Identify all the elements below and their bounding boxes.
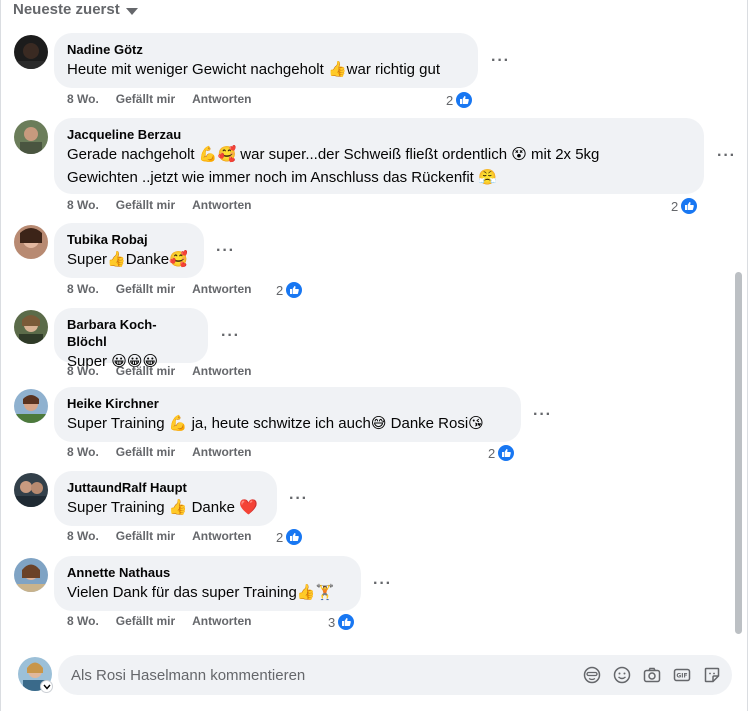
- like-icon: [497, 444, 516, 462]
- avatar[interactable]: [14, 120, 48, 154]
- comment-text: Super Training 💪 ja, heute schwitze ich …: [67, 415, 484, 432]
- like-link[interactable]: Gefällt mir: [116, 198, 175, 212]
- reply-link[interactable]: Antworten: [192, 282, 251, 296]
- comment-meta: 8 Wo. Gefällt mir Antworten: [67, 614, 251, 628]
- like-icon: [455, 91, 474, 109]
- more-options-icon[interactable]: ···: [221, 328, 240, 344]
- comment-meta: 8 Wo. Gefällt mir Antworten: [67, 364, 251, 378]
- comments-panel: Neueste zuerst Nadine Götz Heute mit wen…: [0, 0, 748, 711]
- sort-label: Neueste zuerst: [13, 1, 120, 18]
- emoji-icon[interactable]: [612, 665, 632, 685]
- reply-link[interactable]: Antworten: [192, 198, 251, 212]
- avatar[interactable]: [14, 310, 48, 344]
- like-icon: [285, 281, 304, 299]
- comment-meta: 8 Wo. Gefällt mir Antworten: [67, 282, 251, 296]
- like-link[interactable]: Gefällt mir: [116, 614, 175, 628]
- reaction-count[interactable]: 3: [328, 613, 356, 631]
- like-link[interactable]: Gefällt mir: [116, 92, 175, 106]
- camera-icon[interactable]: [642, 665, 662, 685]
- comment-author[interactable]: Nadine Götz: [67, 41, 465, 58]
- comment-time[interactable]: 8 Wo.: [67, 92, 99, 106]
- comment-meta: 8 Wo. Gefällt mir Antworten: [67, 445, 251, 459]
- more-options-icon[interactable]: ···: [289, 491, 308, 507]
- gif-icon[interactable]: GIF: [672, 665, 692, 685]
- composer-actions: GIF: [582, 665, 722, 685]
- avatar[interactable]: [14, 225, 48, 259]
- reaction-count[interactable]: 2: [671, 197, 699, 215]
- reaction-count[interactable]: 2: [488, 444, 516, 462]
- more-options-icon[interactable]: ···: [491, 53, 510, 69]
- reaction-number: 2: [446, 92, 454, 108]
- reply-link[interactable]: Antworten: [192, 529, 251, 543]
- like-icon: [680, 197, 699, 215]
- avatar[interactable]: [14, 389, 48, 423]
- svg-text:GIF: GIF: [676, 673, 687, 680]
- comment-author[interactable]: Barbara Koch-Blöchl: [67, 316, 195, 350]
- more-options-icon[interactable]: ···: [533, 407, 552, 423]
- comment-time[interactable]: 8 Wo.: [67, 445, 99, 459]
- like-icon: [337, 613, 356, 631]
- comment-time[interactable]: 8 Wo.: [67, 198, 99, 212]
- comment-time[interactable]: 8 Wo.: [67, 529, 99, 543]
- comment-text-line: Gerade nachgeholt 💪🥰 war super...der Sch…: [67, 146, 600, 163]
- comment-time[interactable]: 8 Wo.: [67, 364, 99, 378]
- comment-text-line: Gewichten ..jetzt wie immer noch im Ansc…: [67, 169, 497, 186]
- comment-text: Heute mit weniger Gewicht nachgeholt 👍wa…: [67, 61, 441, 78]
- avatar[interactable]: [14, 558, 48, 592]
- comment-text: Super Training 👍 Danke ❤️: [67, 499, 258, 516]
- like-link[interactable]: Gefällt mir: [116, 445, 175, 459]
- reaction-number: 2: [276, 282, 284, 298]
- like-link[interactable]: Gefällt mir: [116, 529, 175, 543]
- comment-composer: GIF: [58, 655, 732, 695]
- reply-link[interactable]: Antworten: [192, 445, 251, 459]
- like-link[interactable]: Gefällt mir: [116, 282, 175, 296]
- avatar[interactable]: [14, 35, 48, 69]
- reaction-count[interactable]: 2: [446, 91, 474, 109]
- comment-author[interactable]: Jacqueline Berzau: [67, 126, 691, 143]
- comment-bubble: Jacqueline Berzau Gerade nachgeholt 💪🥰 w…: [54, 118, 704, 194]
- comment-bubble: Nadine Götz Heute mit weniger Gewicht na…: [54, 33, 478, 88]
- comment-bubble: Tubika Robaj Super👍Danke🥰: [54, 223, 204, 278]
- like-icon: [285, 528, 304, 546]
- comment-bubble: Heike Kirchner Super Training 💪 ja, heut…: [54, 387, 521, 442]
- comment-meta: 8 Wo. Gefällt mir Antworten: [67, 92, 251, 106]
- sort-dropdown[interactable]: Neueste zuerst: [13, 1, 138, 18]
- comment-meta: 8 Wo. Gefällt mir Antworten: [67, 198, 251, 212]
- reaction-number: 2: [671, 198, 679, 214]
- avatar-sticker-icon[interactable]: [582, 665, 602, 685]
- scrollbar-thumb[interactable]: [735, 272, 742, 634]
- comment-author[interactable]: JuttaundRalf Haupt: [67, 479, 264, 496]
- comment-bubble: JuttaundRalf Haupt Super Training 👍 Dank…: [54, 471, 277, 526]
- reply-link[interactable]: Antworten: [192, 92, 251, 106]
- avatar[interactable]: [14, 473, 48, 507]
- reaction-count[interactable]: 2: [276, 528, 304, 546]
- reaction-number: 3: [328, 614, 336, 630]
- comment-author[interactable]: Heike Kirchner: [67, 395, 508, 412]
- comment-bubble: Annette Nathaus Vielen Dank für das supe…: [54, 556, 361, 611]
- comment-bubble: Barbara Koch-Blöchl Super 😀😀😀: [54, 308, 208, 370]
- comment-author[interactable]: Tubika Robaj: [67, 231, 191, 248]
- reaction-count[interactable]: 2: [276, 281, 304, 299]
- comment-time[interactable]: 8 Wo.: [67, 282, 99, 296]
- reply-link[interactable]: Antworten: [192, 364, 251, 378]
- more-options-icon[interactable]: ···: [216, 243, 235, 259]
- comment-time[interactable]: 8 Wo.: [67, 614, 99, 628]
- like-link[interactable]: Gefällt mir: [116, 364, 175, 378]
- caret-down-icon: [125, 7, 138, 15]
- comment-meta: 8 Wo. Gefällt mir Antworten: [67, 529, 251, 543]
- reply-link[interactable]: Antworten: [192, 614, 251, 628]
- comment-author[interactable]: Annette Nathaus: [67, 564, 348, 581]
- more-options-icon[interactable]: ···: [373, 576, 392, 592]
- reaction-number: 2: [488, 445, 496, 461]
- reaction-number: 2: [276, 529, 284, 545]
- more-options-icon[interactable]: ···: [717, 148, 736, 164]
- sticker-icon[interactable]: [702, 665, 722, 685]
- comment-text: Vielen Dank für das super Training👍🏋: [67, 584, 335, 601]
- chevron-down-icon[interactable]: [40, 680, 53, 693]
- comment-text: Super👍Danke🥰: [67, 251, 188, 268]
- comment-input[interactable]: [58, 655, 568, 695]
